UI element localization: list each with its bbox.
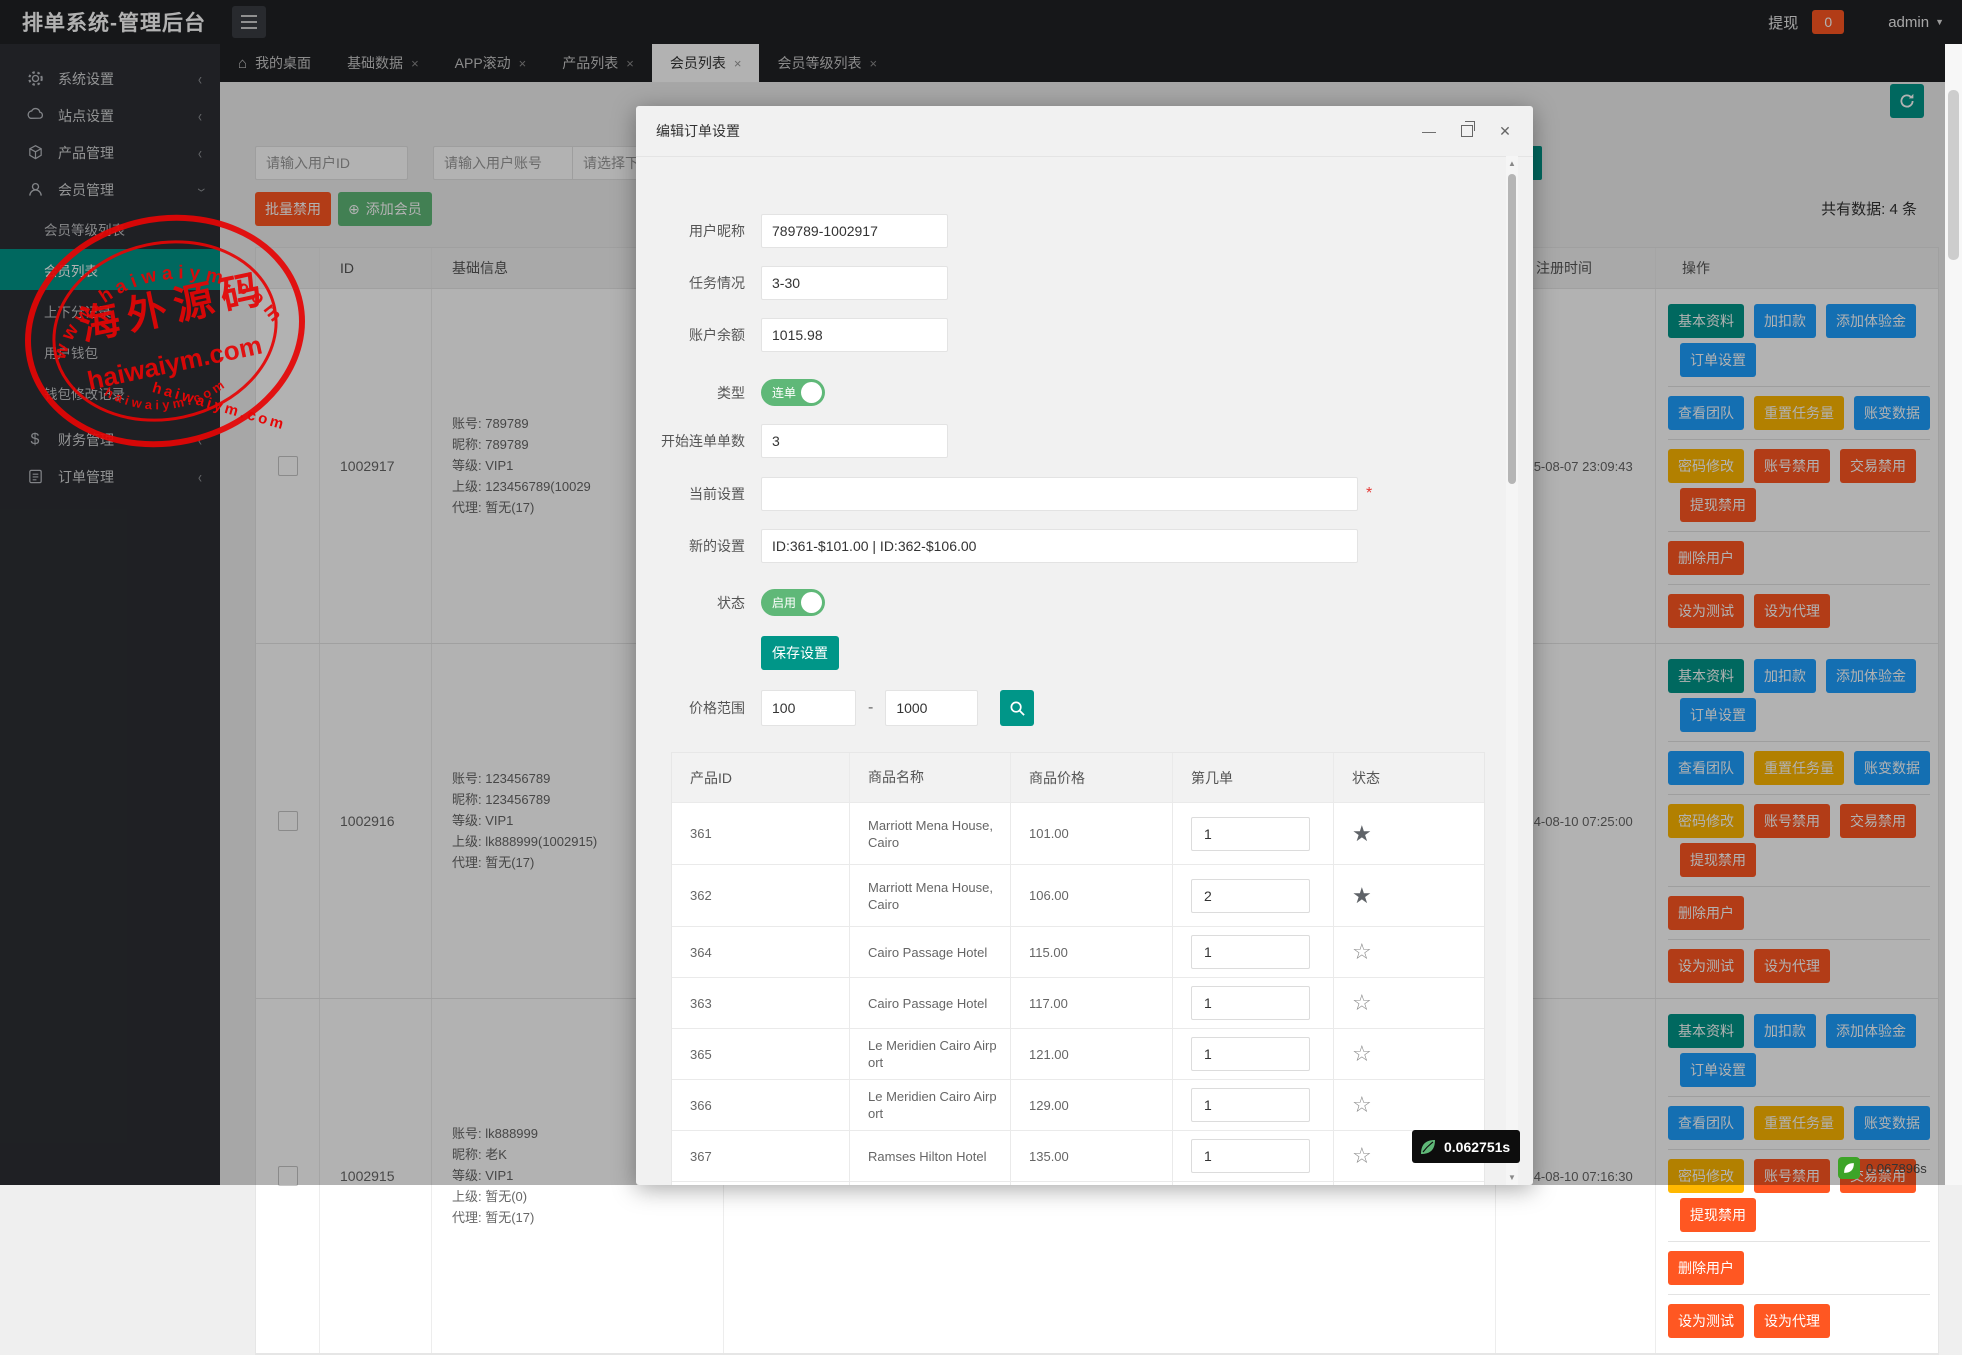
- type-toggle[interactable]: 连单: [761, 379, 825, 406]
- page-render-timer: 0.067896s: [1838, 1157, 1927, 1179]
- star-empty-icon[interactable]: ☆: [1352, 941, 1372, 963]
- product-price: 135.00: [1011, 1131, 1173, 1181]
- start-chain-count-label: 开始连单单数: [636, 431, 745, 451]
- disable-withdraw-button[interactable]: 提现禁用: [1680, 1198, 1756, 1232]
- status-label: 状态: [636, 593, 745, 613]
- required-asterisk: *: [1366, 485, 1372, 503]
- search-icon: [1009, 700, 1026, 717]
- type-label: 类型: [636, 383, 745, 403]
- product-id: 362: [672, 865, 850, 926]
- scroll-up-icon[interactable]: ▲: [1506, 159, 1518, 168]
- modal-title: 编辑订单设置: [656, 121, 740, 141]
- scroll-down-icon[interactable]: ▼: [1506, 1173, 1518, 1182]
- leaf-icon: [1838, 1157, 1860, 1179]
- new-setting-field[interactable]: [761, 529, 1358, 563]
- task-status-label: 任务情况: [636, 273, 745, 293]
- order-number-field[interactable]: [1191, 935, 1310, 969]
- price-search-button[interactable]: [1000, 690, 1034, 726]
- minimize-icon[interactable]: —: [1421, 123, 1437, 139]
- start-chain-count-field[interactable]: [761, 424, 948, 458]
- order-number-field[interactable]: [1191, 1139, 1310, 1173]
- nickname-field[interactable]: [761, 214, 948, 248]
- set-agent-button[interactable]: 设为代理: [1754, 1304, 1830, 1338]
- price-range-separator: -: [868, 699, 873, 717]
- close-icon[interactable]: ✕: [1497, 123, 1513, 139]
- task-status-field[interactable]: [761, 266, 948, 300]
- set-test-button[interactable]: 设为测试: [1668, 1304, 1744, 1338]
- price-min-field[interactable]: [761, 690, 856, 726]
- product-name: Marriott Mena House, Cairo: [850, 865, 1011, 926]
- new-setting-label: 新的设置: [636, 536, 745, 556]
- product-row: 362 Marriott Mena House, Cairo 106.00 ★: [672, 865, 1484, 927]
- product-name: Marriott Mena House, Cairo: [850, 803, 1011, 864]
- star-empty-icon[interactable]: ☆: [1352, 1043, 1372, 1065]
- product-name: Cairo Passage Hotel: [850, 978, 1011, 1028]
- leaf-icon: [1418, 1137, 1438, 1157]
- nickname-label: 用户昵称: [636, 221, 745, 241]
- product-row: 365 Le Meridien Cairo Airport 121.00 ☆: [672, 1029, 1484, 1080]
- current-setting-label: 当前设置: [636, 484, 745, 504]
- order-number-field[interactable]: [1191, 1037, 1310, 1071]
- product-name: Le Meridien Cairo Airport: [850, 1029, 1011, 1079]
- product-name: Cairo Passage Hotel: [850, 927, 1011, 977]
- product-id: 365: [672, 1029, 850, 1079]
- product-name: Le Meridien Cairo Airport: [850, 1080, 1011, 1130]
- modal-scrollbar[interactable]: ▲ ▼: [1506, 156, 1518, 1185]
- edit-order-settings-modal: 编辑订单设置 — ✕ 用户昵称 任务情况 账户余额 类型: [636, 106, 1533, 1185]
- product-row: 367 Ramses Hilton Hotel 135.00 ☆: [672, 1131, 1484, 1182]
- order-number-field[interactable]: [1191, 986, 1310, 1020]
- product-price: 101.00: [1011, 803, 1173, 864]
- price-max-field[interactable]: [885, 690, 978, 726]
- star-filled-icon[interactable]: ★: [1352, 885, 1372, 907]
- product-row: 363 Cairo Passage Hotel 117.00 ☆: [672, 978, 1484, 1029]
- order-number-field[interactable]: [1191, 817, 1310, 851]
- page-scrollbar[interactable]: [1945, 44, 1962, 1185]
- product-id: 361: [672, 803, 850, 864]
- product-name: Ramses Hilton Hotel: [850, 1131, 1011, 1181]
- star-empty-icon[interactable]: ☆: [1352, 1145, 1372, 1167]
- product-price: 117.00: [1011, 978, 1173, 1028]
- toggle-knob: [801, 592, 822, 613]
- scrollbar-thumb[interactable]: [1948, 90, 1959, 260]
- product-price: 129.00: [1011, 1080, 1173, 1130]
- star-empty-icon[interactable]: ☆: [1352, 992, 1372, 1014]
- toggle-knob: [801, 382, 822, 403]
- product-row: 361 Marriott Mena House, Cairo 101.00 ★: [672, 803, 1484, 865]
- product-table: 产品ID 商品名称 商品价格 第几单 状态 361 Marriott Mena …: [671, 752, 1485, 1185]
- star-filled-icon[interactable]: ★: [1352, 823, 1372, 845]
- order-number-field[interactable]: [1191, 1088, 1310, 1122]
- product-id: 363: [672, 978, 850, 1028]
- product-id: 366: [672, 1080, 850, 1130]
- status-toggle[interactable]: 启用: [761, 589, 825, 616]
- balance-label: 账户余额: [636, 325, 745, 345]
- current-setting-field[interactable]: [761, 477, 1358, 511]
- product-row: 366 Le Meridien Cairo Airport 129.00 ☆: [672, 1080, 1484, 1131]
- modal-render-timer: 0.062751s: [1412, 1130, 1520, 1163]
- product-id: 364: [672, 927, 850, 977]
- price-range-label: 价格范围: [636, 698, 745, 718]
- product-price: 115.00: [1011, 927, 1173, 977]
- scrollbar-thumb[interactable]: [1508, 174, 1516, 484]
- product-price: 106.00: [1011, 865, 1173, 926]
- modal-body: 用户昵称 任务情况 账户余额 类型 连单 开始连单单数: [636, 156, 1533, 1185]
- save-settings-button[interactable]: 保存设置: [761, 636, 839, 670]
- product-id: 367: [672, 1131, 850, 1181]
- order-number-field[interactable]: [1191, 879, 1310, 913]
- modal-header: 编辑订单设置 — ✕: [636, 106, 1533, 157]
- product-row: 364 Cairo Passage Hotel 115.00 ☆: [672, 927, 1484, 978]
- balance-field[interactable]: [761, 318, 948, 352]
- product-table-header: 产品ID 商品名称 商品价格 第几单 状态: [672, 753, 1484, 803]
- restore-icon[interactable]: [1459, 123, 1475, 139]
- delete-user-button[interactable]: 删除用户: [1668, 1251, 1744, 1285]
- product-price: 121.00: [1011, 1029, 1173, 1079]
- star-empty-icon[interactable]: ☆: [1352, 1094, 1372, 1116]
